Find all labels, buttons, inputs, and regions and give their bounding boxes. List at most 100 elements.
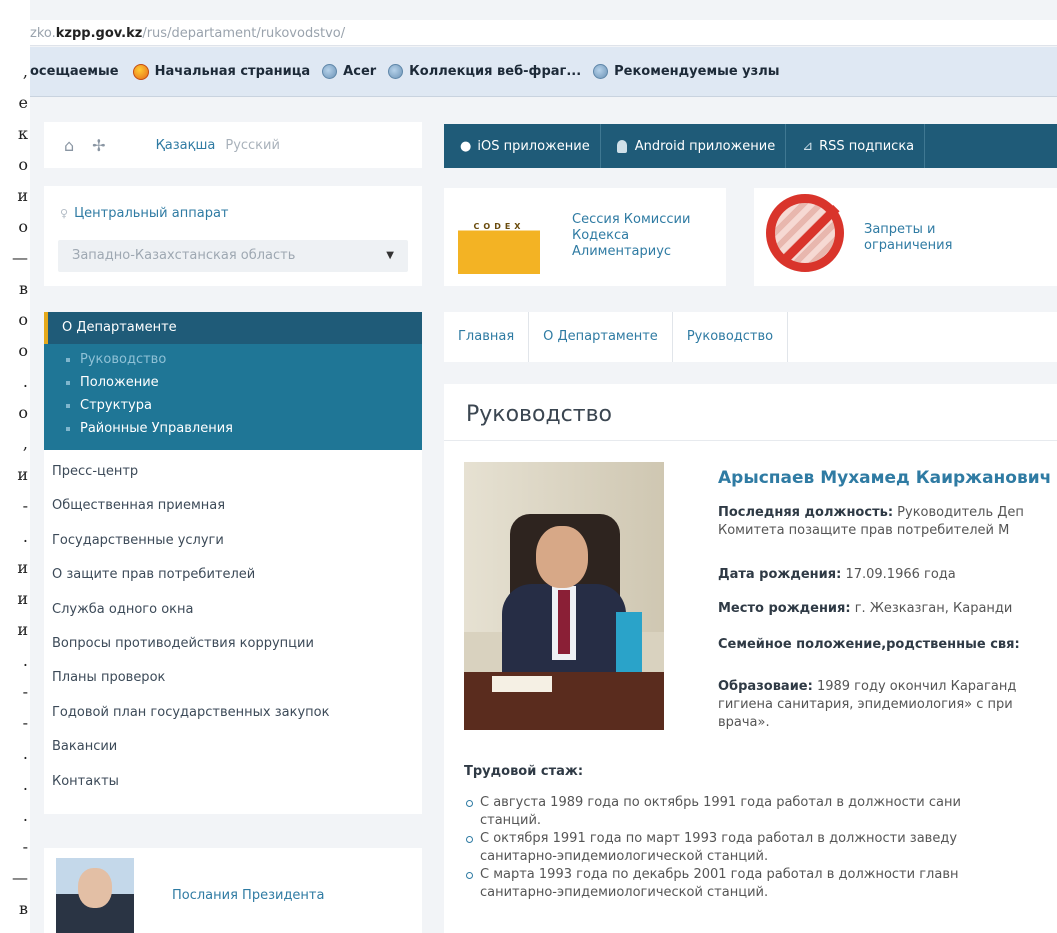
central-office-link[interactable]: ♀ Центральный аппарат [60,206,228,221]
bookmarks-bar: осещаемые Начальная страница Acer Коллек… [30,47,1057,97]
divider [444,440,1057,441]
margin-glyph: . [22,744,28,763]
submenu-item-leadership[interactable]: Руководство [44,348,422,371]
language-russian-link[interactable]: Русский [225,138,280,153]
person-name: Арыспаев Мухамед Каиржанович [718,468,1052,488]
main-menu-list: Пресс-центр Общественная приемная Госуда… [44,450,422,814]
margin-glyph: и [17,558,28,577]
codex-banner-link[interactable]: Сессия Комиссии Кодекса Алиментариус [572,212,722,260]
android-app-link[interactable]: Android приложение [601,124,787,168]
margin-glyph: к [18,124,28,143]
menu-item-procurement-plan[interactable]: Годовой план государственных закупок [44,697,422,731]
ios-app-link[interactable]: ● iOS приложение [444,124,601,168]
firefox-icon [132,63,149,80]
square-bullet-icon [66,426,70,431]
language-switcher: ⌂ ✢ Қазақша Русский [44,122,422,168]
breadcrumb-home[interactable]: Главная [444,312,530,362]
margin-glyph: - [22,496,28,515]
margin-glyph: - [22,837,28,856]
menu-item-anti-corruption[interactable]: Вопросы противодействия коррупции [44,628,422,662]
margin-glyph: . [22,651,28,670]
scanned-page-margin: , e к о и о — в о о. о, и -. и и и. - -... - — в [0,0,30,933]
address-prefix: zko. [30,26,56,41]
bookmark-suggested-sites[interactable]: Рекомендуемые узлы [593,64,779,79]
menu-item-about-department[interactable]: О Департаменте [44,312,422,344]
bookmark-home-page[interactable]: Начальная страница [131,63,310,80]
codex-banner[interactable]: CODEX Сессия Комиссии Кодекса Алиментари… [444,188,726,286]
globe-icon [322,64,338,79]
margin-glyph: — [12,248,28,267]
bookmark-web-slices[interactable]: Коллекция веб-фраг... [388,64,581,79]
region-dropdown[interactable]: Западно-Казахстанская область ▼ [58,240,408,272]
margin-glyph: , [22,62,28,81]
language-kazakh-link[interactable]: Қазақша [156,138,216,153]
margin-glyph: e [18,93,28,112]
submenu-item-district-offices[interactable]: Районные Управления [44,417,422,440]
list-item: С марта 1993 года по декабрь 2001 года р… [466,866,1057,902]
address-bar[interactable]: zko.kzpp.gov.kz/rus/departament/rukovods… [30,20,1057,46]
margin-glyph: , [22,434,28,453]
margin-glyph: о [18,403,28,422]
address-path: /rus/departament/rukovodstvo/ [142,26,346,41]
birth-place-field: Место рождения: г. Жезказган, Каранди [718,601,1013,616]
page-title: Руководство [466,402,613,427]
margin-glyph: о [18,155,28,174]
breadcrumb-leadership[interactable]: Руководство [673,312,789,362]
location-pin-icon: ♀ [60,207,69,220]
work-experience-title: Трудовой стаж: [464,764,584,779]
globe-icon [593,64,609,79]
menu-item-public-reception[interactable]: Общественная приемная [44,490,422,524]
margin-glyph: и [17,465,28,484]
margin-glyph: о [18,217,28,236]
president-messages-link[interactable]: Послания Президента [172,888,324,903]
education-field: Образоваие: 1989 году окончил Караганд г… [718,679,1017,730]
list-item: С августа 1989 года по октябрь 1991 года… [466,794,1057,830]
submenu-item-regulation[interactable]: Положение [44,371,422,394]
breadcrumb: Главная О Департаменте Руководство [444,312,1057,362]
margin-glyph: в [18,279,28,298]
home-icon[interactable]: ⌂ [64,136,74,155]
rss-icon: ⊿ [802,138,814,154]
position-field: Последняя должность: Руководитель Деп Ко… [718,505,1024,538]
menu-item-inspection-plans[interactable]: Планы проверок [44,662,422,696]
margin-glyph: о [18,310,28,329]
menu-item-public-services[interactable]: Государственные услуги [44,525,422,559]
android-icon [616,139,627,153]
rss-link[interactable]: ⊿ RSS подписка [786,124,926,168]
prohibited-icon [766,194,844,272]
margin-glyph: . [22,806,28,825]
codex-logo: CODEX [458,222,540,274]
margin-glyph: - [22,682,28,701]
square-bullet-icon [66,357,70,362]
menu-item-press-center[interactable]: Пресс-центр [44,456,422,490]
menu-item-contacts[interactable]: Контакты [44,766,422,800]
bans-banner[interactable]: Запреты и ограничения [754,188,1057,286]
margin-glyph: и [17,620,28,639]
menu-item-consumer-protection[interactable]: О защите прав потребителей [44,559,422,593]
margin-glyph: о [18,341,28,360]
bookmark-most-visited[interactable]: осещаемые [30,64,119,79]
bans-banner-link[interactable]: Запреты и ограничения [864,222,1014,254]
breadcrumb-about[interactable]: О Департаменте [529,312,673,362]
sitemap-icon[interactable]: ✢ [92,136,105,155]
globe-icon [388,64,404,79]
submenu-item-structure[interactable]: Структура [44,394,422,417]
square-bullet-icon [66,380,70,385]
margin-glyph: и [17,589,28,608]
browser-screenshot: zko.kzpp.gov.kz/rus/departament/rukovods… [30,0,1057,933]
margin-glyph: . [22,527,28,546]
family-field: Семейное положение,родственные свя: [718,637,1020,652]
region-selector: ♀ Центральный аппарат Западно-Казахстанск… [44,186,422,286]
margin-glyph: и [17,186,28,205]
menu-item-one-window[interactable]: Служба одного окна [44,594,422,628]
main-content: Руководство Арыспаев Мухамед Каиржанович… [444,384,1057,933]
margin-glyph: . [22,372,28,391]
margin-glyph: - [22,713,28,732]
top-nav: ● iOS приложение Android приложение ⊿ RSS … [444,124,1057,168]
menu-item-vacancies[interactable]: Вакансии [44,731,422,765]
list-item: С октября 1991 года по март 1993 года ра… [466,830,1057,866]
margin-glyph: в [18,899,28,918]
about-submenu: Руководство Положение Структура Районные… [44,344,422,450]
birth-date-field: Дата рождения: 17.09.1966 года [718,567,956,582]
bookmark-acer[interactable]: Acer [322,64,376,79]
